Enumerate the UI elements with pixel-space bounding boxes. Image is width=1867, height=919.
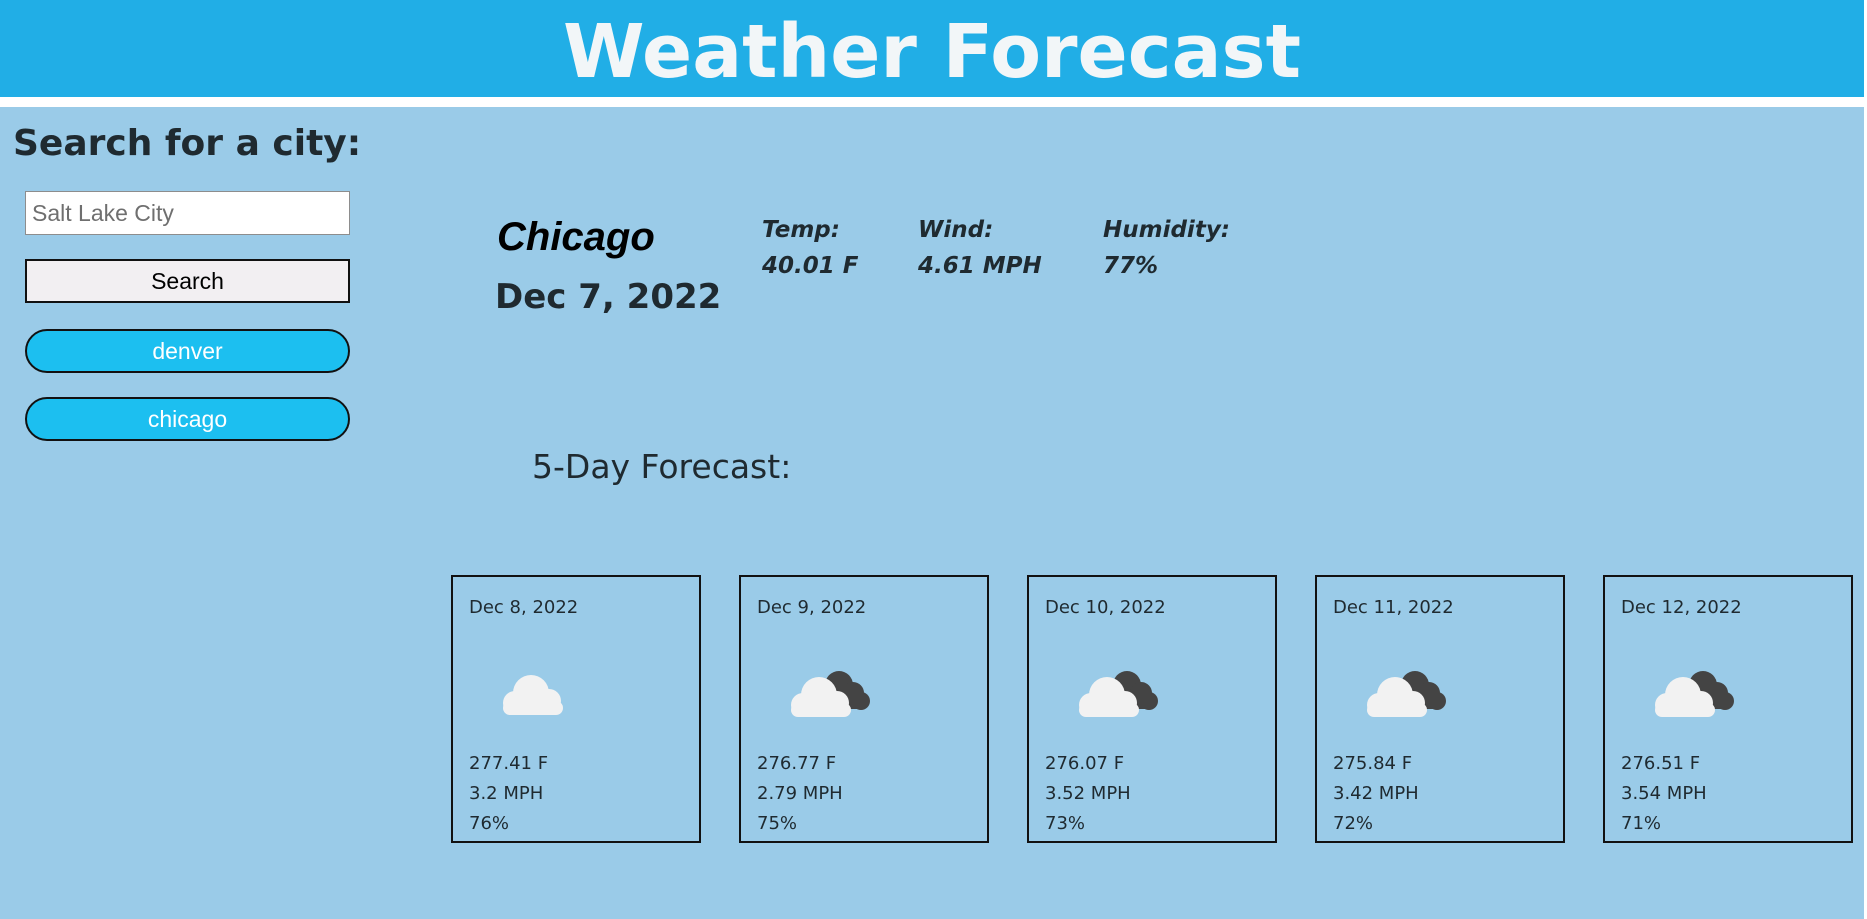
forecast-card: Dec 11, 2022 275.84 F 3.42 MPH 72%: [1315, 575, 1565, 843]
forecast-temp: 276.07 F: [1045, 753, 1125, 774]
header-banner: Weather Forecast: [0, 0, 1864, 97]
forecast-humidity: 72%: [1333, 813, 1374, 834]
history-button-denver[interactable]: denver: [25, 329, 350, 373]
current-humidity: Humidity: 77%: [1103, 212, 1230, 284]
forecast-temp: 276.51 F: [1621, 753, 1701, 774]
forecast-wind: 2.79 MPH: [757, 783, 843, 804]
history-button-chicago[interactable]: chicago: [25, 397, 350, 441]
broken-clouds-icon: [1367, 671, 1446, 717]
forecast-temp: 276.77 F: [757, 753, 837, 774]
page: Weather Forecast Search for a city: Sear…: [0, 0, 1867, 919]
forecast-card: Dec 8, 2022 277.41 F 3.2 MPH 76%: [451, 575, 701, 843]
current-date: Dec 7, 2022: [495, 277, 722, 317]
forecast-wind: 3.54 MPH: [1621, 783, 1707, 804]
forecast-heading: 5-Day Forecast:: [532, 447, 792, 486]
forecast-wind: 3.42 MPH: [1333, 783, 1419, 804]
main-area: Search for a city: Search denver chicago…: [0, 107, 1864, 919]
forecast-temp: 275.84 F: [1333, 753, 1413, 774]
broken-clouds-icon: [1655, 671, 1734, 717]
humidity-value: 77%: [1103, 253, 1159, 279]
forecast-date: Dec 9, 2022: [757, 597, 867, 618]
forecast-humidity: 73%: [1045, 813, 1086, 834]
forecast-card: Dec 9, 2022 276.77 F 2.79 MPH 75%: [739, 575, 989, 843]
current-wind: Wind: 4.61 MPH: [918, 212, 1042, 284]
forecast-date: Dec 12, 2022: [1621, 597, 1742, 618]
search-heading: Search for a city:: [13, 123, 362, 164]
forecast-humidity: 75%: [757, 813, 798, 834]
forecast-wind: 3.52 MPH: [1045, 783, 1131, 804]
current-temp: Temp: 40.01 F: [762, 212, 858, 284]
page-title: Weather Forecast: [563, 8, 1301, 95]
forecast-date: Dec 8, 2022: [469, 597, 579, 618]
forecast-date: Dec 11, 2022: [1333, 597, 1454, 618]
search-button[interactable]: Search: [25, 259, 350, 303]
cloud-icon: [503, 675, 563, 715]
humidity-label: Humidity:: [1103, 217, 1231, 243]
broken-clouds-icon: [1079, 671, 1158, 717]
current-city-name: Chicago: [497, 215, 655, 259]
temp-label: Temp:: [762, 217, 840, 243]
forecast-humidity: 76%: [469, 813, 510, 834]
forecast-card: Dec 12, 2022 276.51 F 3.54 MPH 71%: [1603, 575, 1853, 843]
forecast-wind: 3.2 MPH: [469, 783, 544, 804]
forecast-date: Dec 10, 2022: [1045, 597, 1166, 618]
broken-clouds-icon: [791, 671, 870, 717]
forecast-humidity: 71%: [1621, 813, 1662, 834]
forecast-temp: 277.41 F: [469, 753, 549, 774]
city-search-input[interactable]: [25, 191, 350, 235]
forecast-card: Dec 10, 2022 276.07 F 3.52 MPH 73%: [1027, 575, 1277, 843]
wind-label: Wind:: [918, 217, 994, 243]
temp-value: 40.01 F: [762, 253, 859, 279]
wind-value: 4.61 MPH: [918, 253, 1042, 279]
